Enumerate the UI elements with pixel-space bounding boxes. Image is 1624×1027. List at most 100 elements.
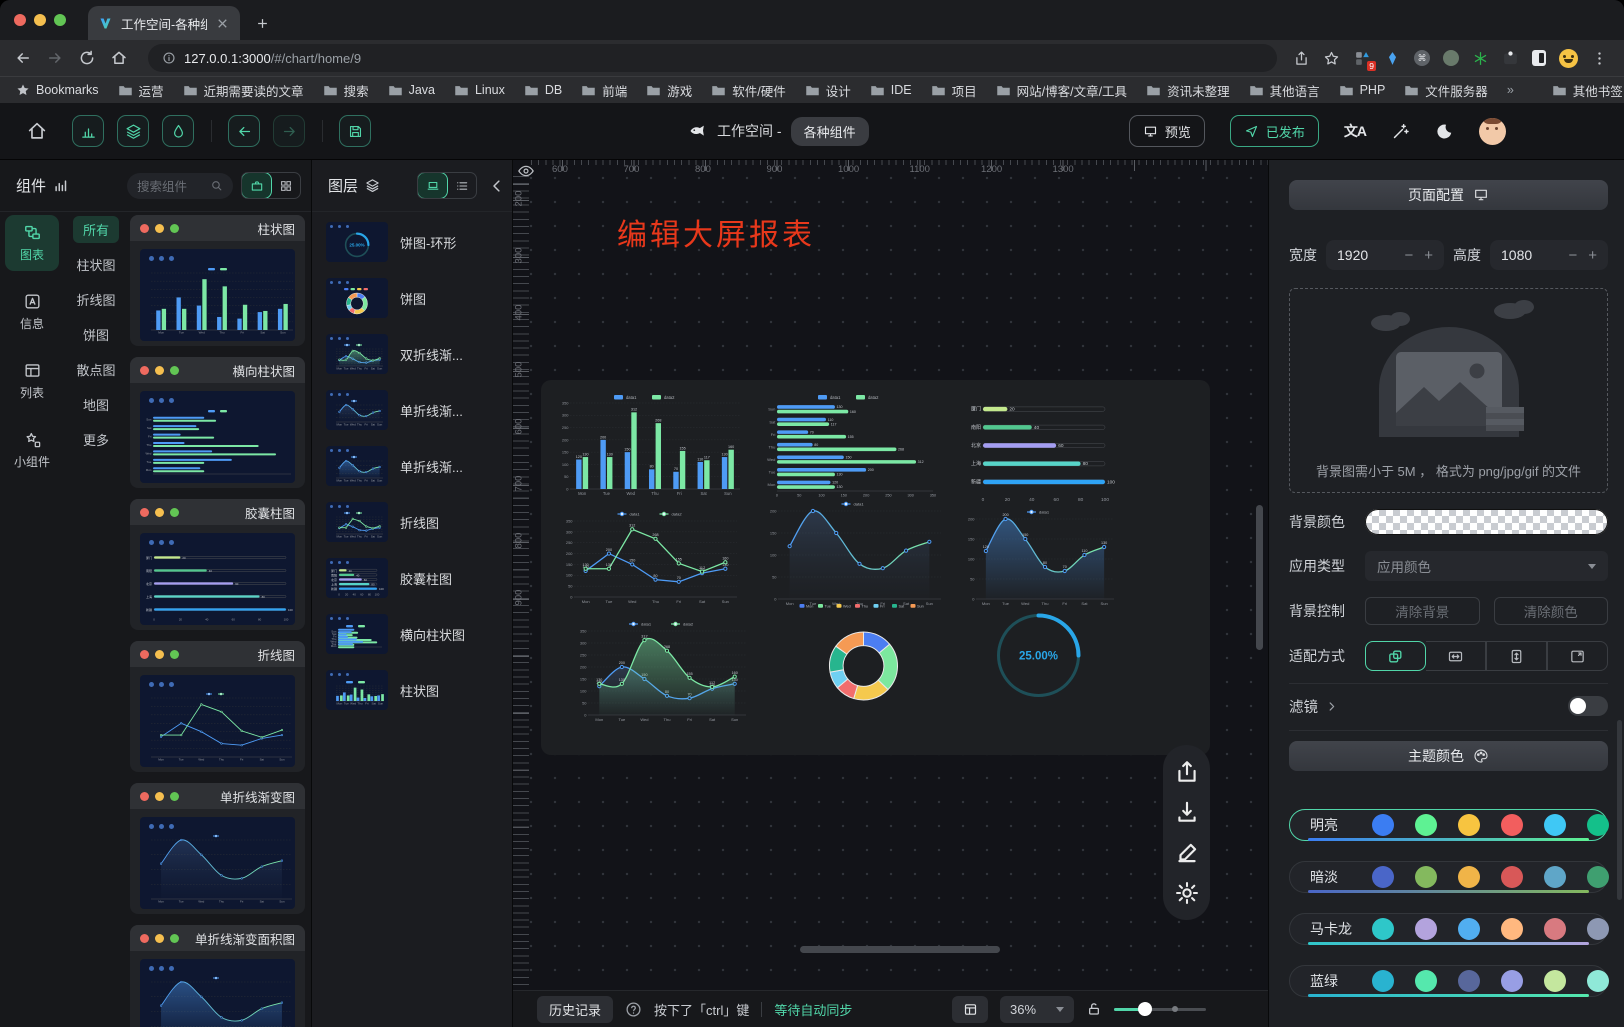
history-button[interactable]: 历史记录 [537, 996, 613, 1023]
bookmark-item[interactable]: 设计 [805, 81, 851, 100]
bookmark-item[interactable]: 前端 [581, 81, 627, 100]
category-散点图[interactable]: 散点图 [66, 356, 125, 383]
reader-mode-icon[interactable] [1532, 50, 1546, 66]
height-stepper[interactable]: 1080−+ [1490, 240, 1608, 270]
bookmark-item[interactable]: 网站/博客/文章/工具 [996, 81, 1127, 100]
edit-icon[interactable] [1174, 840, 1200, 866]
share-icon[interactable] [1293, 50, 1310, 67]
bookmark-item[interactable]: 游戏 [646, 81, 692, 100]
toggle-list-view-button[interactable] [447, 173, 476, 198]
category-饼图[interactable]: 饼图 [73, 321, 119, 348]
bookmark-item[interactable]: 搜索 [323, 81, 369, 100]
dark-mode-moon-icon[interactable] [1435, 122, 1454, 141]
bookmark-item[interactable]: 文件服务器 [1404, 81, 1488, 100]
component-card[interactable]: 单折线渐变面积图MonTueWedThuFriSatSun [130, 925, 305, 1027]
clear-background-button[interactable]: 清除背景 [1365, 597, 1480, 625]
apply-type-select[interactable]: 应用颜色 [1365, 551, 1608, 581]
theme-row-马卡龙[interactable]: 马卡龙 [1289, 913, 1608, 945]
layer-item[interactable]: 厦门20南阳40北京60上海80新疆100020406080100胶囊柱图 [326, 558, 504, 598]
publish-button[interactable]: 已发布 [1230, 115, 1319, 147]
extension-shortcut-icon[interactable]: ⌘ [1414, 50, 1430, 66]
layout-toggle-button[interactable] [952, 996, 988, 1023]
zoom-slider[interactable] [1114, 1002, 1206, 1016]
app-home-icon[interactable] [26, 120, 48, 142]
extension-green-star-icon[interactable] [1472, 50, 1489, 67]
preview-button[interactable]: 预览 [1129, 115, 1205, 147]
settings-gear-icon[interactable] [1174, 880, 1200, 906]
eye-icon[interactable] [517, 162, 535, 180]
bookmark-item[interactable]: 资讯未整理 [1146, 81, 1230, 100]
layer-item[interactable]: MonTueWedThuFriSatSun折线图 [326, 502, 504, 542]
bookmark-star-icon[interactable] [1323, 50, 1340, 67]
canvas-chart-line2_area_main[interactable]: data1data2050100150200250300350MonTueWed… [573, 618, 753, 726]
sidebar-item-图表[interactable]: 图表 [5, 215, 59, 271]
chart-panel-toggle-button[interactable] [72, 115, 104, 147]
bookmarks-overflow[interactable]: » [1507, 83, 1514, 97]
url-bar[interactable]: 127.0.0.1:3000/#/chart/home/9 [148, 44, 1277, 72]
bookmark-item[interactable]: 其他语言 [1249, 81, 1320, 100]
component-card[interactable]: 横向柱状图SunSatFriThuWedTueMon [130, 357, 305, 488]
sidebar-item-信息[interactable]: 信息 [5, 284, 59, 340]
horizontal-scrollbar[interactable] [800, 946, 1000, 953]
decrease-height-button[interactable]: − [1568, 247, 1577, 264]
layer-item[interactable]: SunSatFriThuWedTueMon横向柱状图 [326, 614, 504, 654]
minimize-window-button[interactable] [34, 14, 46, 26]
layer-item[interactable]: MonTueWedThuFriSatSun单折线渐... [326, 446, 504, 486]
bookmark-item[interactable]: 项目 [931, 81, 977, 100]
category-柱状图[interactable]: 柱状图 [66, 251, 125, 278]
decrease-width-button[interactable]: − [1404, 247, 1413, 264]
canvas-chart-line2_main[interactable]: data1data2050100150200250300350MonTueWed… [559, 508, 744, 608]
bookmark-item[interactable]: 软件/硬件 [711, 81, 785, 100]
theme-row-暗淡[interactable]: 暗淡 [1289, 861, 1608, 893]
theme-row-明亮[interactable]: 明亮 [1289, 809, 1608, 841]
fit-scale-button[interactable] [1365, 641, 1426, 671]
component-card[interactable]: 柱状图MonTueWedThuFriSatSun [130, 215, 305, 346]
fit-stretch-button[interactable] [1547, 641, 1608, 671]
category-地图[interactable]: 地图 [73, 391, 119, 418]
menu-dots-icon[interactable] [1591, 50, 1608, 67]
category-所有[interactable]: 所有 [73, 216, 119, 243]
width-stepper[interactable]: 1920−+ [1326, 240, 1444, 270]
close-window-button[interactable] [14, 14, 26, 26]
maximize-window-button[interactable] [54, 14, 66, 26]
extension-tag-manager-icon[interactable]: 9 [1353, 49, 1371, 67]
clear-color-button[interactable]: 清除颜色 [1494, 597, 1609, 625]
vertical-scrollbar[interactable] [1256, 505, 1263, 650]
background-upload-dropzone[interactable]: 背景图需小于 5M ， 格式为 png/jpg/gif 的文件 [1289, 288, 1608, 493]
layer-item[interactable]: MonTueWedThuFriSatSun柱状图 [326, 670, 504, 710]
undo-button[interactable] [228, 115, 260, 147]
layer-item[interactable]: 25.00%饼图-环形 [326, 222, 504, 262]
canvas-chart-hbar_main[interactable]: data1data2Sun130160Sat110117Fri70155Thu8… [759, 390, 949, 500]
other-bookmarks[interactable]: 其他书签 [1552, 81, 1623, 100]
toggle-grid-button[interactable] [271, 173, 300, 198]
fit-width-button[interactable] [1426, 641, 1486, 671]
language-icon[interactable]: 文A [1344, 121, 1366, 141]
reload-icon[interactable] [74, 45, 100, 71]
toggle-briefcase-button[interactable] [242, 173, 271, 198]
category-更多[interactable]: 更多 [73, 426, 119, 453]
extension-proxy-icon[interactable] [1443, 50, 1459, 66]
layer-item[interactable]: 饼图 [326, 278, 504, 318]
search-input[interactable]: 搜索组件 [127, 173, 233, 199]
export-icon[interactable] [1174, 759, 1200, 785]
bookmark-item[interactable]: IDE [870, 81, 912, 100]
save-button[interactable] [339, 115, 371, 147]
back-icon[interactable] [10, 45, 36, 71]
bookmarks-manager[interactable]: Bookmarks [16, 83, 99, 97]
increase-height-button[interactable]: + [1588, 247, 1597, 264]
slider-knob[interactable] [1138, 1002, 1152, 1016]
bookmark-item[interactable]: PHP [1339, 81, 1386, 100]
redo-button[interactable] [273, 115, 305, 147]
site-info-icon[interactable] [162, 51, 176, 65]
canvas-chart-line1_main[interactable]: data1050100150200MonTueWedThuFriSatSun [763, 498, 948, 610]
canvas-chart-gauge_main[interactable]: 25.00% [976, 598, 1101, 713]
help-icon[interactable] [625, 1001, 642, 1018]
user-avatar[interactable] [1479, 118, 1506, 145]
layer-item[interactable]: MonTueWedThuFriSatSun单折线渐... [326, 390, 504, 430]
component-card[interactable]: 折线图MonTueWedThuFriSatSun [130, 641, 305, 772]
sidebar-item-小组件[interactable]: 小组件 [5, 422, 59, 478]
component-card[interactable]: 单折线渐变图MonTueWedThuFriSatSun [130, 783, 305, 914]
canvas-chart-donut_main[interactable]: MonTueWedThuFriSatSun [771, 598, 956, 720]
bookmark-item[interactable]: 运营 [118, 81, 164, 100]
toggle-thumbnail-view-button[interactable] [418, 173, 447, 198]
